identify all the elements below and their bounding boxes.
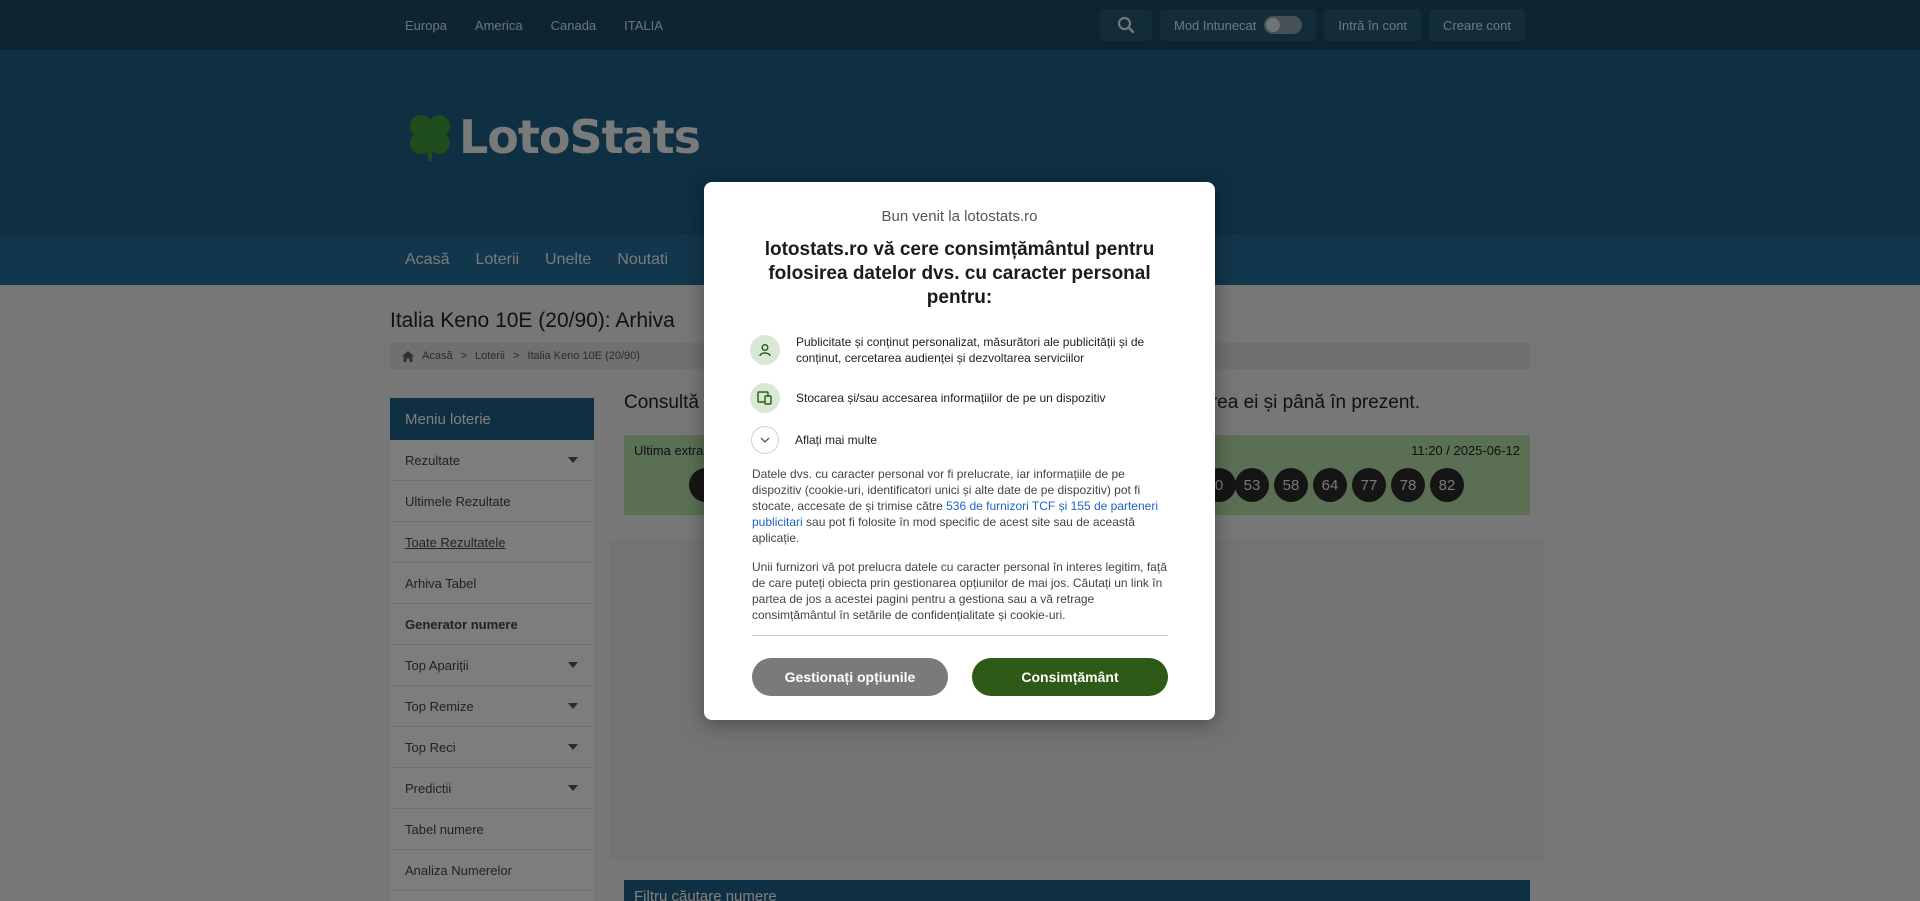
consent-paragraph-1: Datele dvs. cu caracter personal vor fi … bbox=[752, 466, 1168, 546]
purpose-text: Publicitate și conținut personalizat, mă… bbox=[796, 335, 1145, 365]
consent-text: sau pot fi folosite în mod specific de a… bbox=[752, 515, 1135, 545]
person-icon bbox=[750, 335, 780, 365]
manage-options-button[interactable]: Gestionați opțiunile bbox=[752, 658, 948, 696]
learn-more-toggle[interactable]: Aflați mai multe bbox=[751, 426, 1175, 454]
device-icon bbox=[750, 383, 780, 413]
consent-welcome: Bun venit la lotostats.ro bbox=[881, 208, 1038, 225]
divider bbox=[752, 635, 1168, 636]
consent-paragraph-2: Unii furnizori vă pot prelucra datele cu… bbox=[752, 560, 1167, 622]
learn-more-label[interactable]: Aflați mai multe bbox=[795, 432, 1175, 448]
purpose-device-storage: Stocarea și/sau accesarea informațiilor … bbox=[750, 383, 1176, 413]
consent-button[interactable]: Consimțământ bbox=[972, 658, 1168, 696]
chevron-down-icon[interactable] bbox=[751, 426, 779, 454]
purpose-text: Stocarea și/sau accesarea informațiilor … bbox=[796, 391, 1106, 405]
consent-dialog: Bun venit la lotostats.ro lotostats.ro v… bbox=[704, 182, 1215, 720]
purpose-personalised-ads: Publicitate și conținut personalizat, mă… bbox=[750, 334, 1176, 366]
consent-title: lotostats.ro vă cere consimțământul pent… bbox=[764, 239, 1155, 308]
